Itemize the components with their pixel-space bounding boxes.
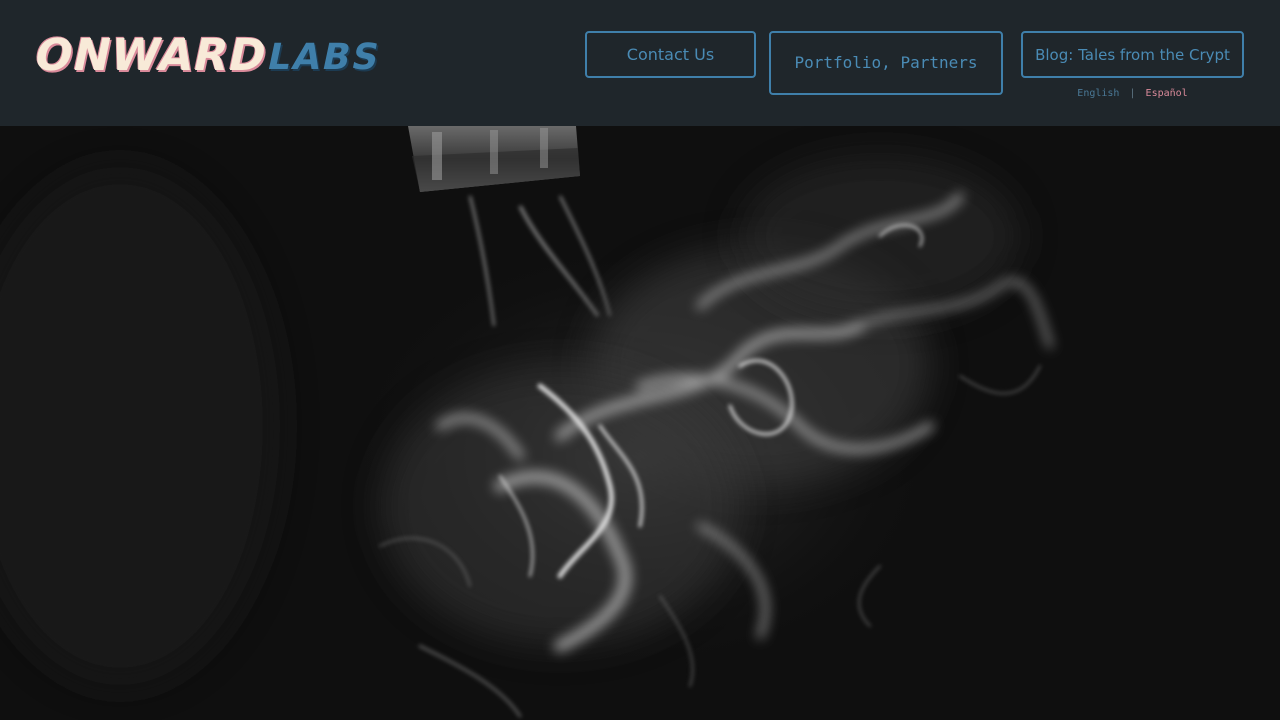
logo-main-text: ONWARD: [29, 30, 272, 81]
smoke-image: [0, 126, 1280, 720]
blog-label: Blog: Tales from the Crypt: [1035, 45, 1230, 64]
blog-button[interactable]: Blog: Tales from the Crypt: [1021, 31, 1244, 78]
language-english-link[interactable]: English: [1077, 88, 1119, 99]
logo-sub-text: LABS: [263, 37, 385, 78]
contact-us-label: Contact Us: [626, 45, 715, 64]
portfolio-partners-button[interactable]: Portfolio, Partners: [769, 31, 1003, 95]
portfolio-partners-label: Portfolio, Partners: [794, 53, 978, 72]
site-header: ONWARD LABS Contact Us Portfolio, Partne…: [0, 0, 1280, 126]
language-spanish-link[interactable]: Español: [1146, 88, 1188, 99]
hero-image: [0, 126, 1280, 720]
language-switcher: English | Español: [1021, 88, 1244, 99]
page: ONWARD LABS Contact Us Portfolio, Partne…: [0, 0, 1280, 720]
language-separator: |: [1129, 88, 1136, 99]
site-logo[interactable]: ONWARD LABS: [29, 26, 386, 81]
contact-us-button[interactable]: Contact Us: [585, 31, 756, 78]
